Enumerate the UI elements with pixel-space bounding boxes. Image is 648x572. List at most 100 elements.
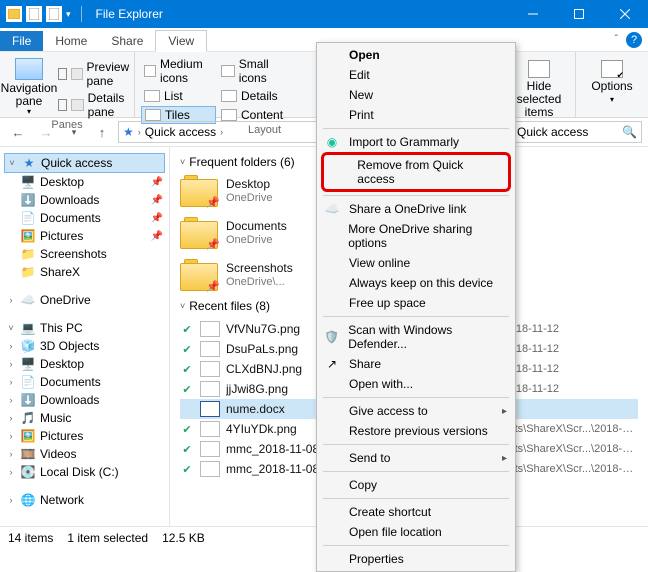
nav-this-pc[interactable]: ˅💻This PC: [4, 319, 165, 337]
ctx-remove-quick-access[interactable]: Remove from Quick access: [326, 155, 506, 189]
onedrive-icon: ☁️: [323, 202, 341, 216]
qat-props-icon[interactable]: [46, 6, 62, 22]
status-size: 12.5 KB: [162, 531, 205, 545]
ctx-onedrive-more[interactable]: More OneDrive sharing options: [317, 219, 515, 253]
layout-list[interactable]: List: [141, 88, 216, 104]
layout-small-icons[interactable]: Small icons: [218, 56, 293, 86]
back-button[interactable]: ←: [6, 120, 30, 144]
3d-icon: 🧊: [20, 339, 36, 353]
explorer-icon: [6, 6, 22, 22]
context-menu[interactable]: Open Edit New Print ◉Import to Grammarly…: [316, 42, 516, 572]
network-icon: 🌐: [20, 493, 36, 507]
options-button[interactable]: ✔ Options▾: [582, 56, 642, 105]
qat-doc-icon[interactable]: [26, 6, 42, 22]
nav-downloads2[interactable]: ›⬇️Downloads: [4, 391, 165, 409]
tab-file[interactable]: File: [0, 31, 43, 51]
breadcrumb-segment[interactable]: Quick access: [145, 125, 216, 139]
ctx-open-location[interactable]: Open file location: [317, 522, 515, 542]
close-button[interactable]: [602, 0, 648, 28]
ctx-always-keep[interactable]: Always keep on this device: [317, 273, 515, 293]
ctx-edit[interactable]: Edit: [317, 65, 515, 85]
nav-tree[interactable]: ˅★Quick access 🖥️Desktop📌 ⬇️Downloads📌 📄…: [0, 147, 170, 526]
ctx-properties[interactable]: Properties: [317, 549, 515, 569]
onedrive-icon: ☁️: [20, 293, 36, 307]
sync-status-icon: ✔: [180, 423, 194, 436]
titlebar[interactable]: ▾ File Explorer: [0, 0, 648, 28]
quick-access-icon: ★: [123, 125, 134, 139]
videos-icon: 🎞️: [20, 447, 36, 461]
nav-pictures[interactable]: 🖼️Pictures📌: [4, 227, 165, 245]
frequent-folders-heading[interactable]: Frequent folders (6): [189, 155, 294, 169]
file-thumb-icon: [200, 381, 220, 397]
collapse-ribbon-icon[interactable]: ˆ: [615, 34, 618, 45]
help-icon[interactable]: ?: [626, 32, 642, 48]
share-icon: ↗: [323, 357, 341, 371]
nav-downloads[interactable]: ⬇️Downloads📌: [4, 191, 165, 209]
downloads-icon: ⬇️: [20, 393, 36, 407]
ctx-open-with[interactable]: Open with...: [317, 374, 515, 394]
folder-icon: 📁: [20, 265, 36, 279]
nav-documents2[interactable]: ›📄Documents: [4, 373, 165, 391]
details-pane-icon: [71, 99, 83, 111]
nav-screenshots[interactable]: 📁Screenshots: [4, 245, 165, 263]
preview-pane-toggle[interactable]: Preview pane: [58, 60, 137, 88]
ctx-share[interactable]: ↗Share: [317, 354, 515, 374]
ctx-view-online[interactable]: View online: [317, 253, 515, 273]
ctx-send-to[interactable]: Send to▸: [317, 448, 515, 468]
chevron-down-icon[interactable]: ˅: [180, 301, 185, 311]
forward-button[interactable]: →: [34, 120, 58, 144]
nav-videos[interactable]: ›🎞️Videos: [4, 445, 165, 463]
ctx-give-access[interactable]: Give access to▸: [317, 401, 515, 421]
layout-details[interactable]: Details: [218, 88, 293, 104]
maximize-button[interactable]: [556, 0, 602, 28]
hide-selected-button[interactable]: Hide selecteditems: [509, 56, 569, 120]
status-count: 14 items: [8, 531, 53, 545]
nav-onedrive[interactable]: ›☁️OneDrive: [4, 291, 165, 309]
chevron-down-icon[interactable]: ˅: [180, 157, 185, 167]
pictures-icon: 🖼️: [20, 229, 36, 243]
pin-icon: 📌: [206, 280, 220, 293]
nav-quick-access[interactable]: ˅★Quick access: [4, 153, 165, 173]
file-thumb-icon: [200, 421, 220, 437]
downloads-icon: ⬇️: [20, 193, 36, 207]
nav-desktop[interactable]: 🖥️Desktop📌: [4, 173, 165, 191]
shield-icon: 🛡️: [323, 330, 340, 344]
ctx-open[interactable]: Open: [317, 45, 515, 65]
ctx-copy[interactable]: Copy: [317, 475, 515, 495]
music-icon: 🎵: [20, 411, 36, 425]
ctx-grammarly[interactable]: ◉Import to Grammarly: [317, 132, 515, 152]
nav-3d-objects[interactable]: ›🧊3D Objects: [4, 337, 165, 355]
pictures-icon: 🖼️: [20, 429, 36, 443]
minimize-button[interactable]: [510, 0, 556, 28]
documents-icon: 📄: [20, 211, 36, 225]
options-icon: ✔: [601, 60, 623, 78]
nav-music[interactable]: ›🎵Music: [4, 409, 165, 427]
sync-status-icon: ✔: [180, 323, 194, 336]
tab-share[interactable]: Share: [99, 31, 155, 51]
nav-desktop2[interactable]: ›🖥️Desktop: [4, 355, 165, 373]
ctx-defender[interactable]: 🛡️Scan with Windows Defender...: [317, 320, 515, 354]
nav-sharex[interactable]: 📁ShareX: [4, 263, 165, 281]
tab-view[interactable]: View: [155, 30, 207, 52]
pin-icon: 📌: [206, 196, 220, 209]
recent-files-heading[interactable]: Recent files (8): [189, 299, 270, 313]
tab-home[interactable]: Home: [43, 31, 99, 51]
nav-pictures2[interactable]: ›🖼️Pictures: [4, 427, 165, 445]
star-icon: ★: [21, 156, 37, 170]
ctx-free-up[interactable]: Free up space: [317, 293, 515, 313]
layout-medium-icons[interactable]: Medium icons: [141, 56, 216, 86]
nav-network[interactable]: ›🌐Network: [4, 491, 165, 509]
nav-cdrive[interactable]: ›💽Local Disk (C:): [4, 463, 165, 481]
search-input[interactable]: Quick access 🔍: [512, 121, 642, 143]
ctx-new[interactable]: New: [317, 85, 515, 105]
ctx-create-shortcut[interactable]: Create shortcut: [317, 502, 515, 522]
details-pane-toggle[interactable]: Details pane: [58, 91, 137, 119]
navigation-pane-button[interactable]: Navigation pane ▾: [6, 56, 52, 119]
up-button[interactable]: ↑: [90, 120, 114, 144]
file-thumb-icon: [200, 341, 220, 357]
ctx-onedrive-share[interactable]: ☁️Share a OneDrive link: [317, 199, 515, 219]
history-dropdown[interactable]: ▾: [62, 120, 86, 144]
nav-documents[interactable]: 📄Documents📌: [4, 209, 165, 227]
ctx-restore[interactable]: Restore previous versions: [317, 421, 515, 441]
ctx-print[interactable]: Print: [317, 105, 515, 125]
